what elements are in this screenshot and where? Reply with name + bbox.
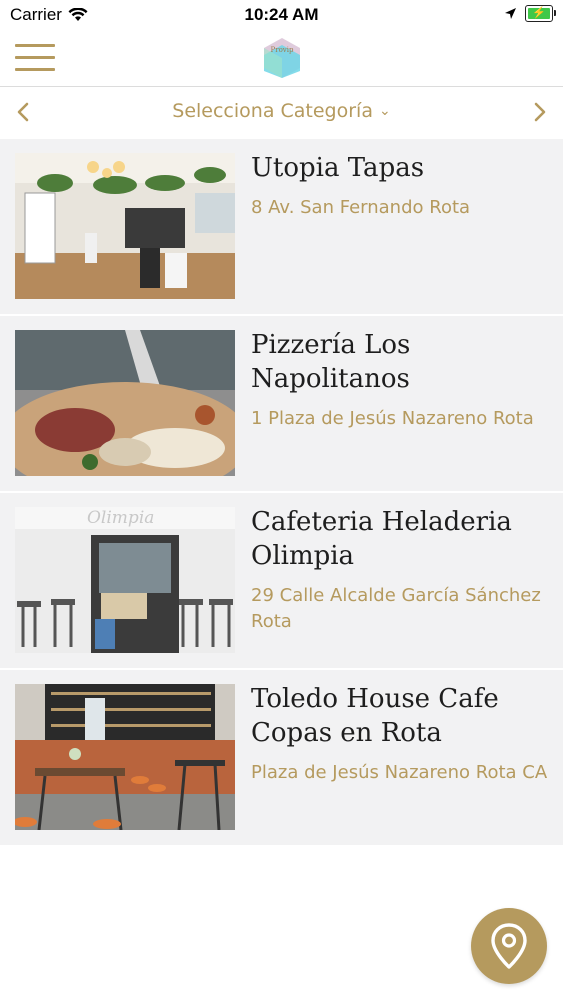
status-bar: Carrier 10:24 AM ⚡	[0, 0, 563, 30]
category-bar: Selecciona Categoría ⌄	[0, 87, 563, 137]
list-item[interactable]: Olimpia Cafeteria Heladeria Olimpia 29 C…	[0, 493, 563, 670]
place-name: Utopia Tapas	[251, 153, 425, 183]
hamburger-menu-icon[interactable]	[15, 44, 55, 72]
place-address: Plaza de Jesús Nazareno Rota CA	[251, 762, 548, 783]
nav-bar: Provip	[0, 30, 563, 87]
svg-text:Olimpia: Olimpia	[87, 508, 154, 528]
place-photo: Olimpia	[15, 507, 235, 653]
places-list: Utopia Tapas 8 Av. San Fernando Rota Piz…	[0, 139, 563, 847]
place-photo	[15, 684, 235, 830]
list-item[interactable]: Pizzería Los Napolitanos 1 Plaza de Jesú…	[0, 316, 563, 493]
place-name: Pizzería Los Napolitanos	[251, 330, 411, 394]
map-button[interactable]	[471, 908, 547, 984]
category-label: Selecciona Categoría	[172, 100, 373, 122]
category-selector[interactable]: Selecciona Categoría ⌄	[0, 100, 563, 122]
place-photo	[15, 330, 235, 476]
list-item[interactable]: Utopia Tapas 8 Av. San Fernando Rota	[0, 139, 563, 316]
provip-logo: Provip	[263, 37, 301, 79]
status-time: 10:24 AM	[244, 5, 319, 24]
battery-icon: ⚡	[525, 5, 556, 22]
location-arrow-icon	[505, 8, 516, 19]
chevron-right-icon[interactable]	[529, 101, 549, 123]
logo-text: Provip	[270, 46, 294, 54]
place-name: Cafeteria Heladeria Olimpia	[251, 507, 512, 571]
map-pin-icon	[491, 923, 527, 969]
place-address: 1 Plaza de Jesús Nazareno Rota	[251, 408, 534, 429]
list-item[interactable]: Toledo House Cafe Copas en Rota Plaza de…	[0, 670, 563, 847]
status-indicators: ⚡	[504, 5, 556, 22]
place-name: Toledo House Cafe Copas en Rota	[251, 684, 499, 748]
place-address: 8 Av. San Fernando Rota	[251, 197, 471, 218]
place-address: 29 Calle Alcalde García Sánchez Rota	[251, 585, 541, 632]
chevron-down-icon: ⌄	[378, 103, 391, 119]
place-photo	[15, 153, 235, 299]
